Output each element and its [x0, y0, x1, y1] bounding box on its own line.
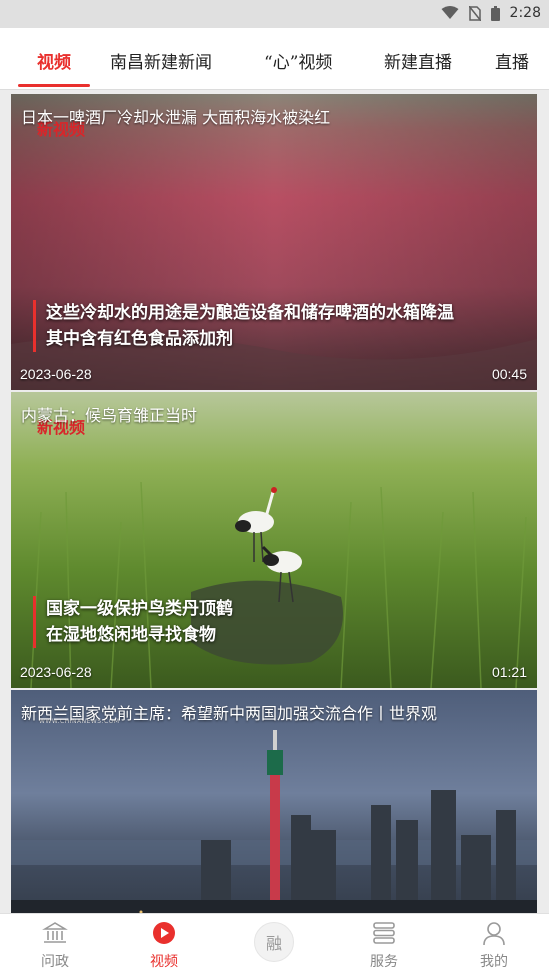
nav-label: 视频: [150, 954, 178, 970]
video-date: 2023-06-28: [20, 366, 92, 382]
video-caption: 国家一级保护鸟类丹顶鹤 在湿地悠闲地寻找食物: [33, 596, 523, 648]
battery-icon: [490, 5, 500, 21]
nav-item-service[interactable]: 服务: [344, 920, 424, 974]
center-rong-icon: 融: [265, 934, 282, 953]
no-sim-icon: [468, 5, 481, 21]
tab-nanchang-news[interactable]: 南昌新建新闻: [110, 48, 212, 73]
nav-item-video[interactable]: 视频: [124, 920, 204, 974]
video-card[interactable]: WWW.CHINANEWS.COM 新西兰国家党前主席：希望新中两国加强交流合作…: [11, 690, 537, 913]
nav-item-wenzheng[interactable]: 问政: [15, 920, 95, 974]
channel-tabs: 视频 南昌新建新闻 “心”视频 新建直播 直播: [0, 28, 549, 90]
service-list-icon: [373, 922, 395, 944]
nav-label: 服务: [370, 954, 398, 970]
caption-line: 在湿地悠闲地寻找食物: [46, 625, 216, 645]
video-duration: 01:21: [491, 664, 527, 680]
status-icons: 2:28: [441, 5, 541, 21]
video-feed[interactable]: 新视频 日本一啤酒厂冷却水泄漏 大面积海水被染红 这些冷却水的用途是为酿造设备和…: [0, 91, 549, 913]
nav-label: 我的: [480, 954, 508, 970]
caption-line: 其中含有红色食品添加剂: [46, 329, 233, 349]
video-title[interactable]: 日本一啤酒厂冷却水泄漏 大面积海水被染红: [21, 104, 527, 128]
bottom-nav: 问政 视频 融 服务 我的: [0, 913, 549, 976]
caption-line: 这些冷却水的用途是为酿造设备和储存啤酒的水箱降温: [46, 303, 454, 323]
nav-label: 问政: [41, 954, 69, 970]
video-card[interactable]: 新视频 内蒙古：候鸟育雏正当时 国家一级保护鸟类丹顶鹤 在湿地悠闲地寻找食物 2…: [11, 392, 537, 688]
status-time: 2:28: [509, 5, 541, 21]
play-circle-icon: [153, 922, 175, 944]
wifi-icon: [441, 6, 459, 19]
video-caption: 这些冷却水的用途是为酿造设备和储存啤酒的水箱降温 其中含有红色食品添加剂: [33, 300, 523, 352]
caption-line: 国家一级保护鸟类丹顶鹤: [46, 599, 233, 619]
user-icon: [483, 922, 505, 946]
tab-xinjian-live[interactable]: 新建直播: [384, 48, 452, 73]
status-bar: 2:28: [0, 0, 549, 28]
video-card[interactable]: 新视频 日本一啤酒厂冷却水泄漏 大面积海水被染红 这些冷却水的用途是为酿造设备和…: [11, 94, 537, 390]
video-duration: 00:45: [491, 366, 527, 382]
center-rong-button[interactable]: 融: [254, 922, 294, 962]
tab-heart-video[interactable]: “心”视频: [264, 48, 332, 73]
nav-item-mine[interactable]: 我的: [454, 920, 534, 974]
active-tab-indicator: [18, 84, 90, 87]
video-title[interactable]: 内蒙古：候鸟育雏正当时: [21, 402, 527, 426]
video-date: 2023-06-28: [20, 664, 92, 680]
video-title[interactable]: 新西兰国家党前主席：希望新中两国加强交流合作丨世界观: [21, 700, 527, 724]
tab-video[interactable]: 视频: [37, 48, 71, 73]
government-building-icon: [42, 922, 68, 943]
tab-live[interactable]: 直播: [495, 48, 529, 73]
